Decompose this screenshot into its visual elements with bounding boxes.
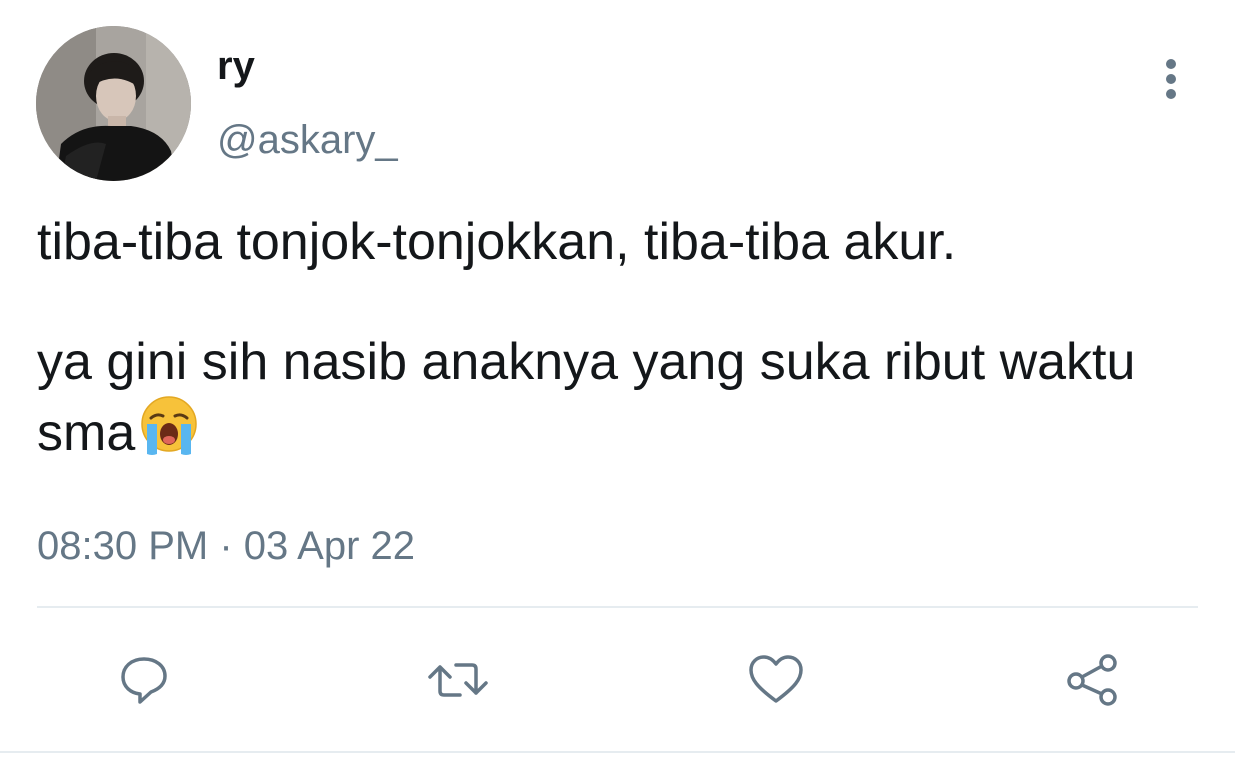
divider bbox=[0, 751, 1235, 753]
loudly-crying-face-icon bbox=[137, 394, 201, 471]
display-name[interactable]: ry bbox=[217, 40, 255, 92]
tweet-text: tiba-tiba tonjok-tonjokkan, tiba-tiba ak… bbox=[37, 210, 1217, 471]
heart-icon bbox=[747, 653, 805, 707]
more-options-button[interactable] bbox=[1150, 50, 1194, 100]
retweet-button[interactable] bbox=[426, 648, 490, 712]
reply-icon bbox=[117, 653, 171, 707]
tweet-text-paragraph: tiba-tiba tonjok-tonjokkan, tiba-tiba ak… bbox=[37, 213, 957, 271]
avatar-photo bbox=[36, 26, 191, 181]
tweet-text-paragraph: ya gini sih nasib anaknya yang suka ribu… bbox=[37, 330, 1217, 471]
like-button[interactable] bbox=[744, 648, 808, 712]
share-button[interactable] bbox=[1060, 648, 1124, 712]
divider bbox=[37, 606, 1198, 608]
user-handle[interactable]: @askary_ bbox=[217, 114, 398, 166]
avatar[interactable] bbox=[36, 26, 191, 181]
tweet-text-line: ya gini sih nasib anaknya yang suka ribu… bbox=[37, 333, 1136, 462]
tweet-timestamp[interactable]: 08:30 PM · 03 Apr 22 bbox=[37, 520, 415, 572]
share-icon bbox=[1062, 651, 1122, 709]
reply-button[interactable] bbox=[112, 648, 176, 712]
retweet-icon bbox=[426, 653, 490, 707]
